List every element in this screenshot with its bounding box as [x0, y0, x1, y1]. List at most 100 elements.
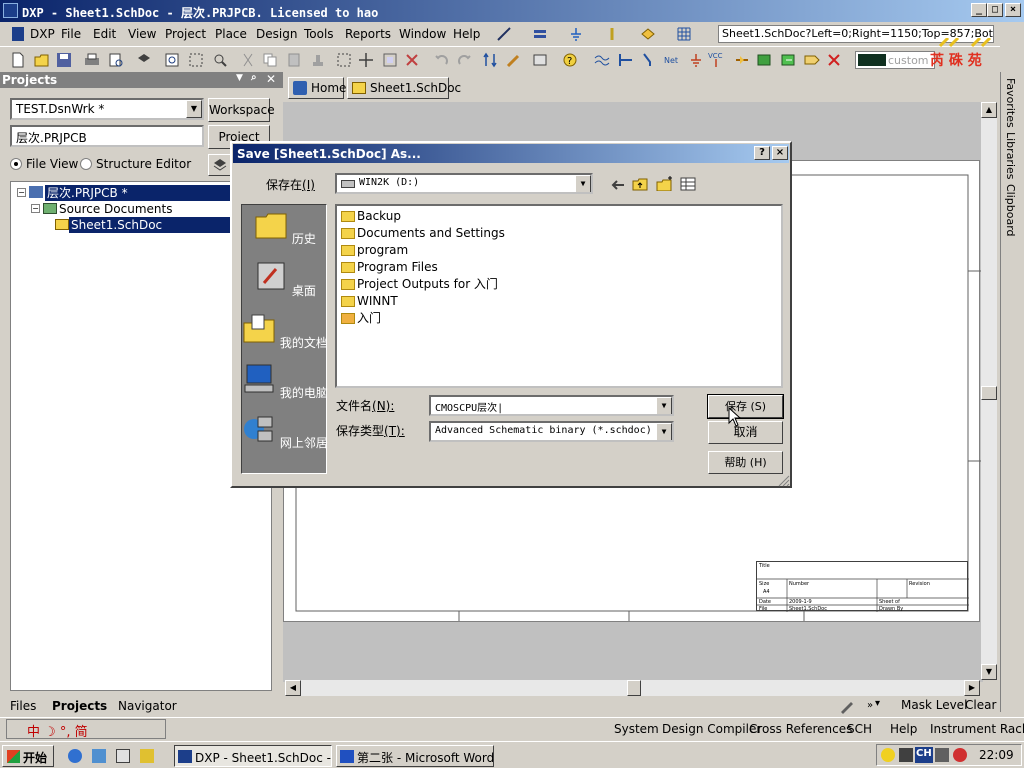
ground-icon[interactable] — [568, 26, 584, 42]
collapse-icon[interactable]: − — [17, 188, 26, 197]
chevron-down-icon[interactable]: ▼ — [186, 100, 202, 118]
ie-icon[interactable] — [68, 749, 82, 763]
cancel-button[interactable]: 取消 — [708, 421, 783, 444]
copy-icon[interactable] — [262, 52, 278, 68]
scroll-down-icon[interactable]: ▼ — [981, 664, 997, 680]
place-wire-icon[interactable] — [496, 26, 512, 42]
ime-bar[interactable]: 中 ☽ °, 简 — [6, 719, 166, 740]
deselect-icon[interactable] — [404, 52, 420, 68]
desktop-icon[interactable] — [116, 749, 130, 763]
vcc-port-icon[interactable]: VCC — [708, 51, 724, 67]
open-icon[interactable] — [34, 52, 50, 68]
menu-window[interactable]: Window — [399, 27, 446, 41]
panel-close-icon[interactable]: ✕ — [266, 72, 276, 86]
bus-tool-icon[interactable] — [618, 52, 634, 68]
place-my-documents[interactable]: 我的文档 — [242, 313, 328, 351]
menu-help[interactable]: Help — [453, 27, 480, 41]
new-folder-icon[interactable] — [656, 175, 672, 191]
undo-icon[interactable] — [434, 52, 450, 68]
structure-editor-radio[interactable] — [80, 158, 92, 170]
save-icon[interactable] — [56, 52, 72, 68]
outlook-icon[interactable] — [92, 749, 106, 763]
save-in-combo[interactable]: WIN2K (D:) ▼ — [335, 173, 593, 194]
list-item[interactable]: 入门 — [339, 310, 381, 327]
move-icon[interactable] — [358, 52, 374, 68]
quicklaunch-icon[interactable] — [140, 749, 154, 763]
up-folder-icon[interactable] — [632, 176, 648, 192]
chevron-down-icon[interactable]: ▼ — [656, 397, 672, 414]
help-button[interactable]: 帮助 (H) — [708, 451, 783, 474]
list-item[interactable]: WINNT — [339, 293, 398, 310]
tab-sheet1[interactable]: Sheet1.SchDoc — [347, 77, 461, 99]
sheet-symbol-icon[interactable] — [756, 52, 772, 68]
no-erc-icon[interactable] — [826, 52, 842, 68]
part-icon[interactable] — [734, 52, 750, 68]
panel-menu-icon[interactable]: ▼ — [236, 73, 243, 83]
redo-icon[interactable] — [456, 52, 472, 68]
close-button[interactable]: × — [1005, 3, 1021, 17]
pen-icon[interactable] — [839, 698, 855, 714]
tab-clipboard[interactable]: Clipboard — [1004, 184, 1017, 237]
panel-sch[interactable]: SCH — [847, 722, 872, 736]
panel-system[interactable]: System — [614, 722, 659, 736]
panel-design-compiler[interactable]: Design Compiler — [662, 722, 761, 736]
browse-component-icon[interactable] — [532, 52, 548, 68]
scroll-right-icon[interactable]: ▶ — [964, 680, 980, 696]
tray-icon-2[interactable] — [899, 748, 913, 762]
dxp-app-icon[interactable] — [3, 3, 18, 18]
file-list[interactable]: Backup Documents and Settings program Pr… — [335, 204, 783, 388]
hscroll-thumb[interactable] — [627, 680, 641, 696]
workspace-button[interactable]: Workspace — [208, 98, 275, 122]
list-item[interactable]: Program Files — [339, 259, 438, 276]
tab-files[interactable]: Files — [10, 699, 36, 713]
paste-icon[interactable] — [286, 52, 302, 68]
vertical-scrollbar[interactable]: ▲ ▼ — [981, 102, 997, 680]
chevron-icon[interactable]: » — [867, 700, 873, 711]
layers-icon[interactable] — [136, 52, 152, 68]
workspace-combo[interactable]: TEST.DsnWrk * ▼ — [10, 98, 204, 120]
grid-icon[interactable] — [676, 26, 692, 42]
list-item[interactable]: Project Outputs for 入门 — [339, 276, 498, 293]
pin-icon[interactable]: ⌕ — [251, 72, 257, 83]
cross-probe-icon[interactable] — [506, 52, 522, 68]
menu-file[interactable]: File — [61, 27, 81, 41]
list-item[interactable]: program — [339, 242, 408, 259]
sheet-entry-icon[interactable] — [780, 52, 796, 68]
back-icon[interactable] — [610, 177, 626, 193]
scroll-left-icon[interactable]: ◀ — [285, 680, 301, 696]
filetype-select[interactable]: Advanced Schematic binary (*.schdoc) ▼ — [429, 421, 674, 442]
panel-option-button[interactable] — [208, 154, 232, 176]
tray-icon-3[interactable] — [935, 748, 949, 762]
wire-tool-icon[interactable] — [594, 52, 610, 68]
tab-libraries[interactable]: Libraries — [1004, 132, 1017, 180]
place-network[interactable]: 网上邻居 — [242, 413, 328, 451]
horizontal-scrollbar[interactable]: ◀ ▶ — [285, 680, 980, 696]
menu-reports[interactable]: Reports — [345, 27, 391, 41]
new-icon[interactable] — [10, 52, 26, 68]
task-word[interactable]: 第二张 - Microsoft Word — [336, 745, 494, 767]
project-combo[interactable]: 层次.PRJPCB — [10, 125, 204, 147]
menu-place[interactable]: Place — [215, 27, 247, 41]
place-desktop[interactable]: 桌面 — [242, 261, 328, 299]
select-area-icon[interactable] — [336, 52, 352, 68]
filename-input[interactable]: CMOSCPU层次| ▼ — [429, 395, 674, 416]
menu-design[interactable]: Design — [256, 27, 297, 41]
tab-favorites[interactable]: Favorites — [1004, 78, 1017, 128]
tab-home[interactable]: Home — [288, 77, 346, 99]
help-icon[interactable]: ? — [562, 52, 578, 68]
dialog-help-button[interactable]: ? — [754, 146, 770, 160]
panel-cross-references[interactable]: Cross References — [749, 722, 852, 736]
file-view-radio[interactable] — [10, 158, 22, 170]
tab-projects[interactable]: Projects — [52, 699, 107, 713]
port-place-icon[interactable] — [804, 52, 820, 68]
menu-tools[interactable]: Tools — [304, 27, 334, 41]
collapse-icon[interactable]: − — [31, 204, 40, 213]
gnd-port-icon[interactable] — [688, 52, 704, 68]
resize-grip-icon[interactable] — [778, 475, 790, 487]
bus-icon[interactable] — [532, 26, 548, 42]
start-button[interactable]: 开始 — [2, 745, 54, 767]
tab-navigator[interactable]: Navigator — [118, 699, 177, 713]
menu-project[interactable]: Project — [165, 27, 206, 41]
zoom-selected-icon[interactable] — [212, 52, 228, 68]
tree-item-source-documents[interactable]: Source Documents — [59, 201, 172, 217]
